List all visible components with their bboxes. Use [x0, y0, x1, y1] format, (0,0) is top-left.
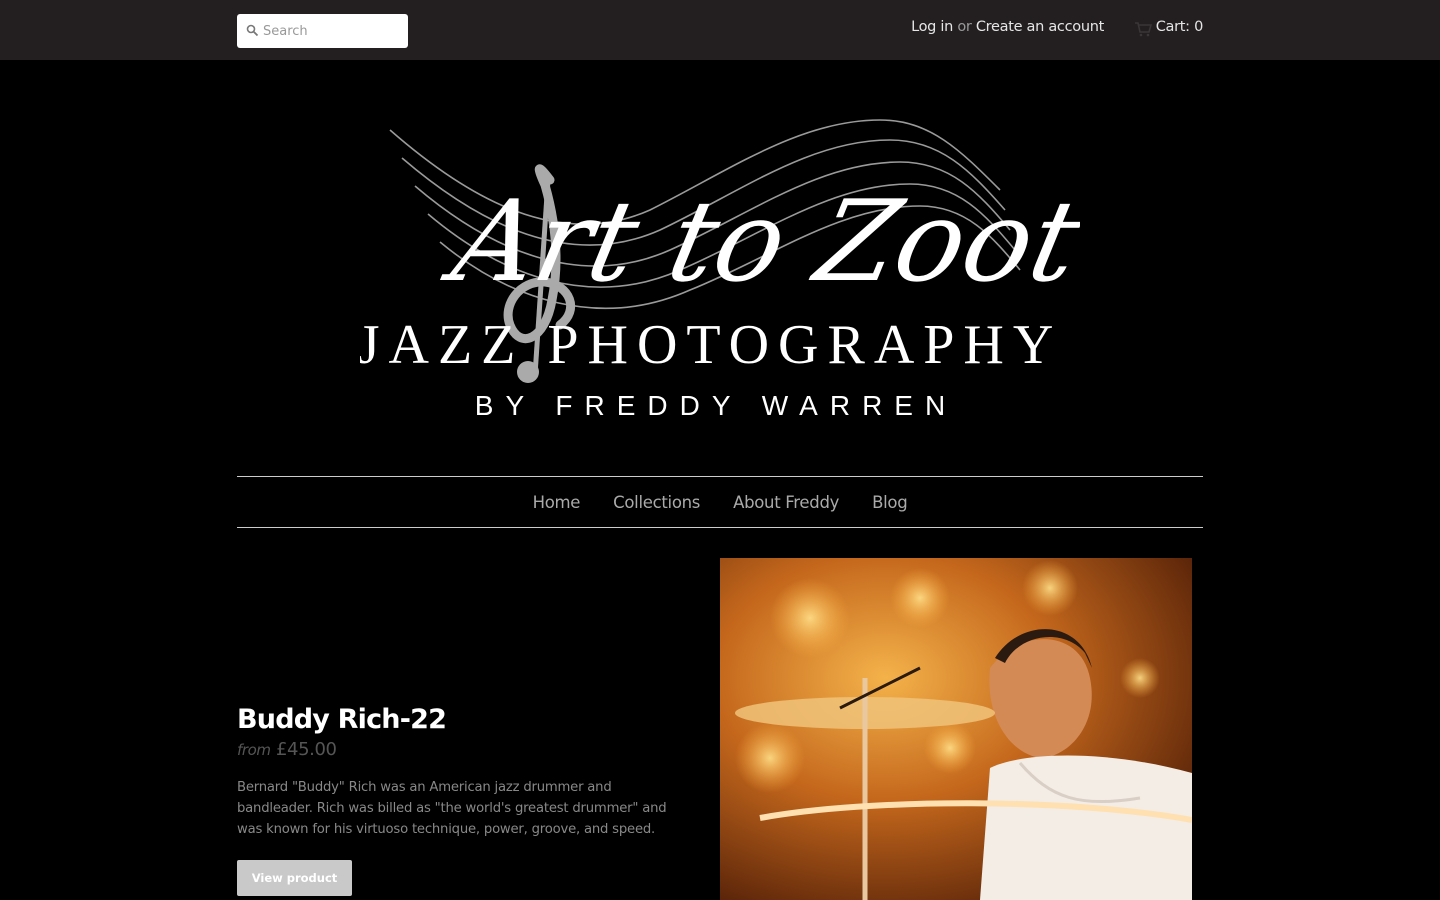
- account-links: Log in or Create an account: [911, 19, 1104, 35]
- nav-collections[interactable]: Collections: [613, 493, 700, 512]
- create-account-link[interactable]: Create an account: [976, 19, 1104, 35]
- top-bar: Log in or Create an account Cart: 0: [0, 0, 1440, 60]
- logo-line-2: BY FREDDY WARREN: [475, 390, 957, 421]
- cart-icon[interactable]: [1134, 21, 1152, 37]
- product-title[interactable]: Buddy Rich-22: [237, 704, 447, 735]
- price-value: £45.00: [275, 739, 337, 760]
- logo-line-1: JAZZ PHOTOGRAPHY: [360, 314, 1062, 376]
- product-price: from £45.00: [237, 739, 337, 760]
- search-input[interactable]: [263, 14, 403, 48]
- product-photo[interactable]: [720, 558, 1192, 900]
- logo-script-text: Art to Zoot: [434, 176, 1080, 307]
- product-description: Bernard "Buddy" Rich was an American jaz…: [237, 780, 667, 837]
- or-text: or: [957, 19, 972, 35]
- site-logo[interactable]: Art to Zoot JAZZ PHOTOGRAPHY BY FREDDY W…: [360, 110, 1080, 430]
- nav-about-freddy[interactable]: About Freddy: [733, 493, 839, 512]
- view-product-button[interactable]: View product: [237, 860, 352, 896]
- login-link[interactable]: Log in: [911, 19, 953, 35]
- price-prefix: from: [237, 741, 271, 759]
- cart-link[interactable]: Cart: 0: [1156, 19, 1204, 35]
- nav-blog[interactable]: Blog: [872, 493, 908, 512]
- nav-home[interactable]: Home: [533, 493, 581, 512]
- main-navigation: Home Collections About Freddy Blog: [237, 476, 1203, 528]
- search-icon: [246, 24, 259, 37]
- search-box[interactable]: [237, 14, 408, 48]
